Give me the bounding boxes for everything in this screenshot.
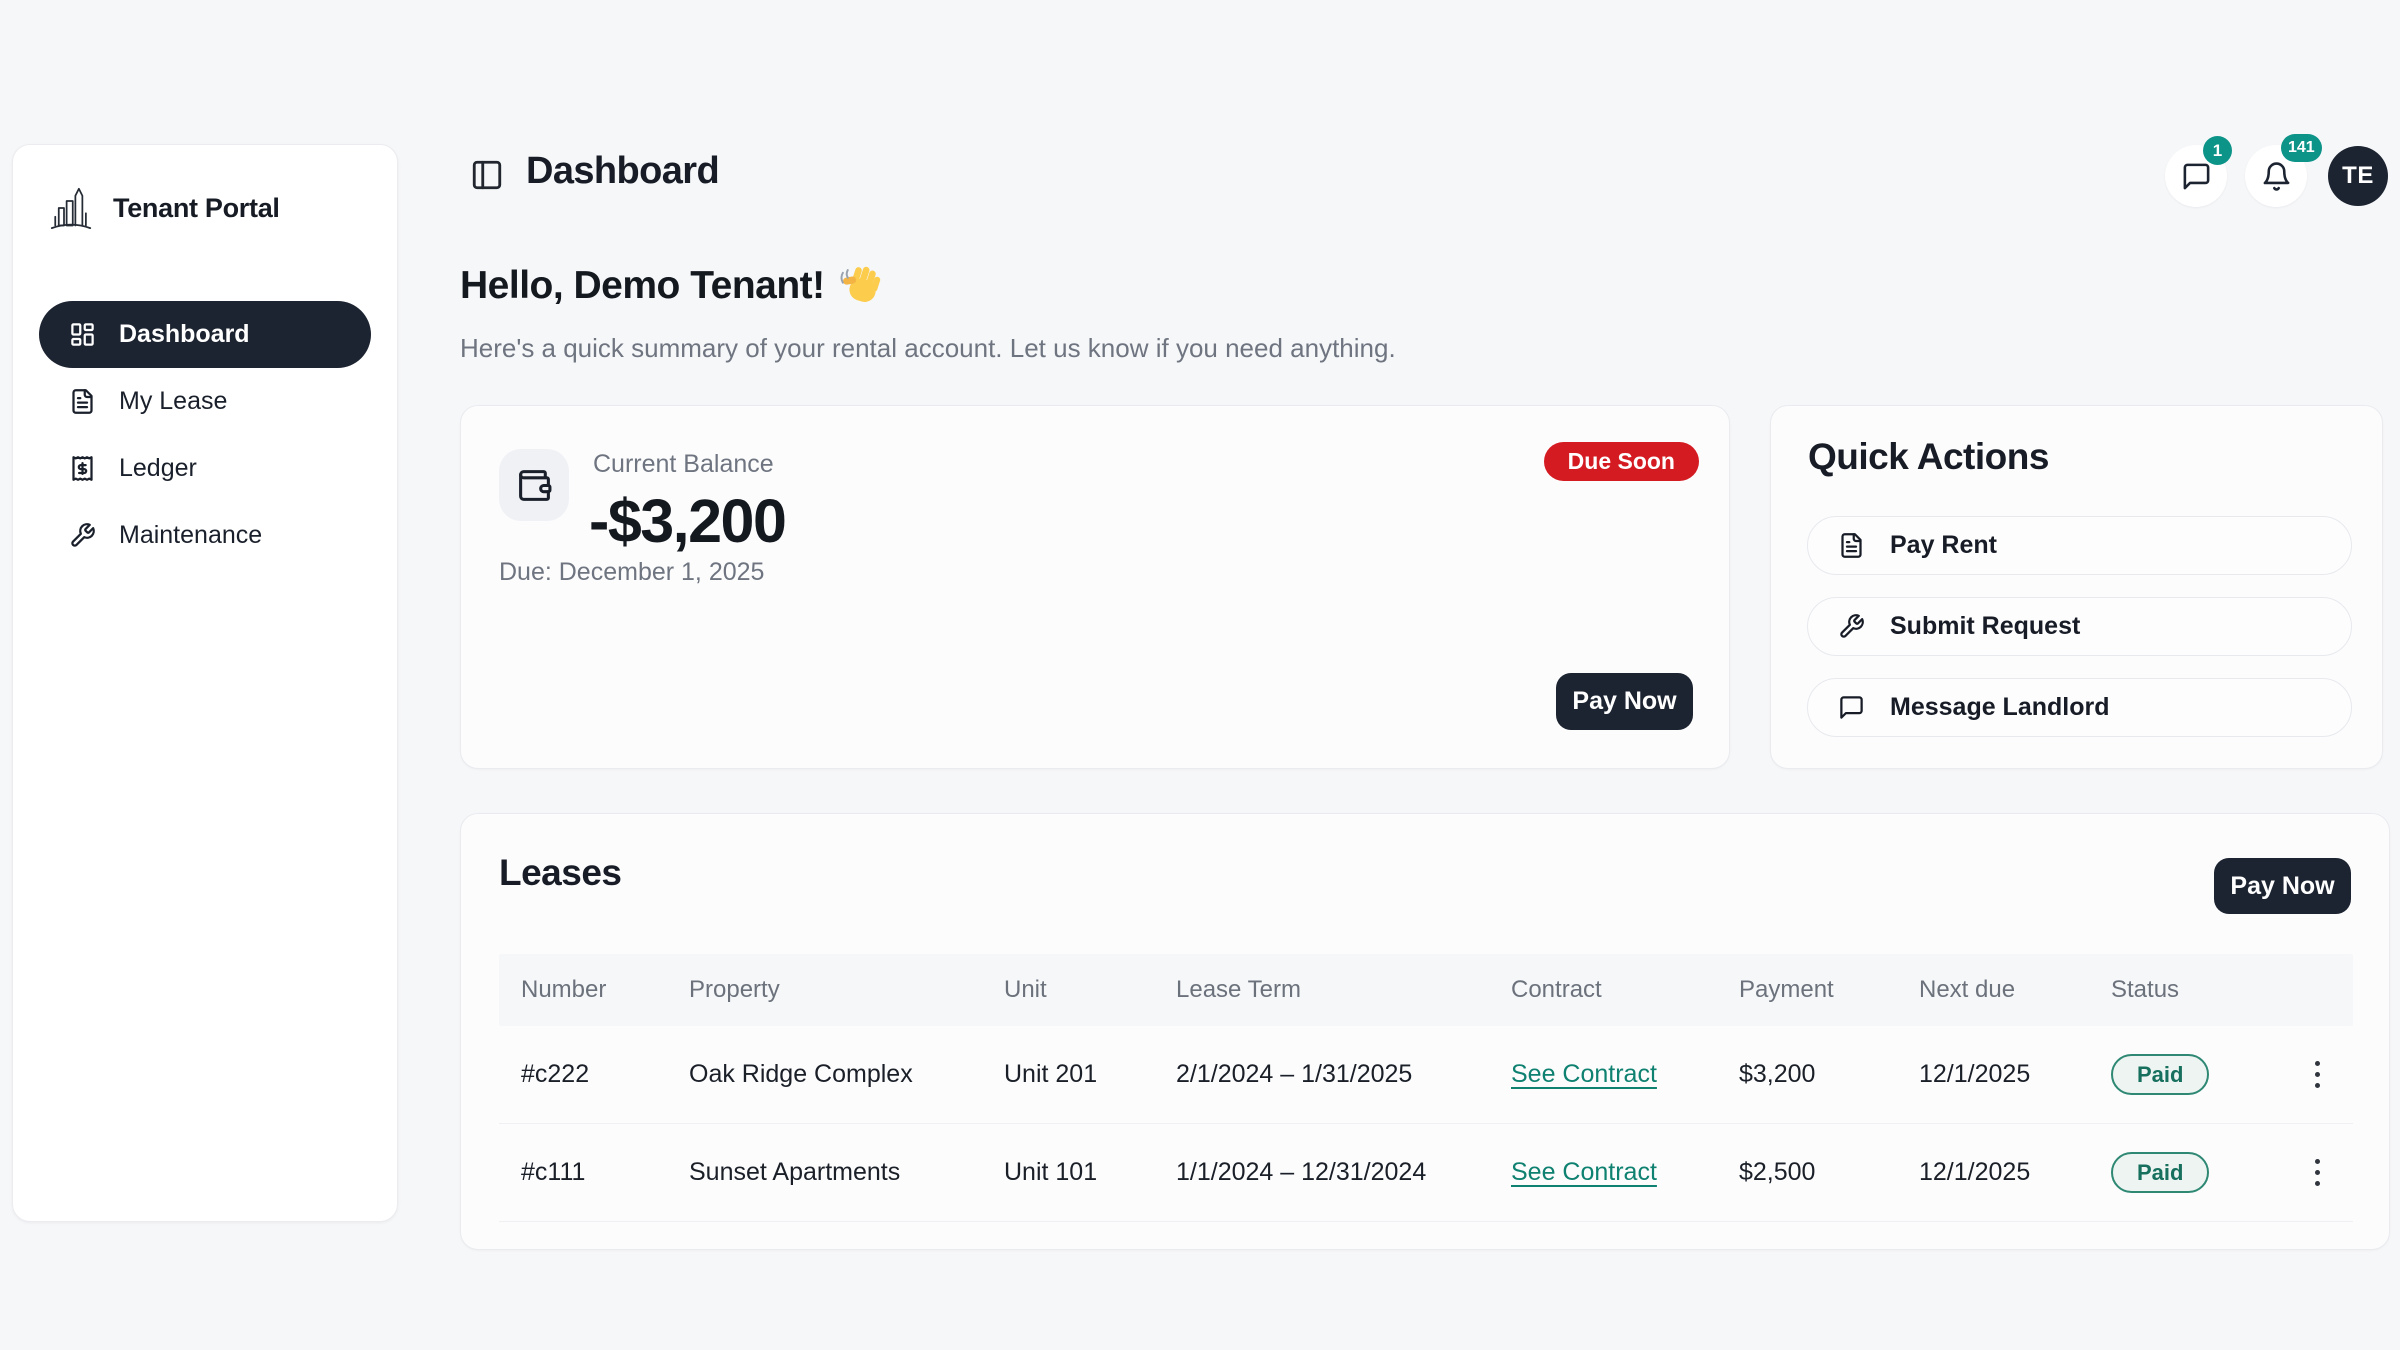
messages-count-badge: 1 bbox=[2203, 136, 2232, 165]
lease-payment: $3,200 bbox=[1739, 1060, 1919, 1089]
panel-left-icon bbox=[470, 158, 504, 192]
column-header-property: Property bbox=[689, 976, 1004, 1004]
user-avatar[interactable]: TE bbox=[2328, 146, 2388, 206]
column-header-unit: Unit bbox=[1004, 976, 1176, 1004]
lease-next-due: 12/1/2025 bbox=[1919, 1060, 2111, 1089]
sidebar-item-label: Ledger bbox=[119, 454, 197, 483]
see-contract-link[interactable]: See Contract bbox=[1511, 1158, 1657, 1187]
page-title: Dashboard bbox=[526, 150, 719, 193]
column-header-next-due: Next due bbox=[1919, 976, 2111, 1004]
quick-actions-card: Quick Actions Pay Rent Submit Request Me… bbox=[1770, 405, 2383, 769]
quick-action-label: Pay Rent bbox=[1890, 531, 1997, 560]
lease-unit: Unit 201 bbox=[1004, 1060, 1176, 1089]
pay-now-button[interactable]: Pay Now bbox=[1556, 673, 1693, 730]
column-header-status: Status bbox=[2111, 976, 2281, 1004]
lease-payment: $2,500 bbox=[1739, 1158, 1919, 1187]
notifications-count-badge: 141 bbox=[2281, 134, 2322, 162]
quick-actions-title: Quick Actions bbox=[1808, 436, 2049, 478]
row-actions-menu-button[interactable] bbox=[2305, 1149, 2330, 1196]
leases-card: Leases Pay Now Number Property Unit Leas… bbox=[460, 813, 2390, 1250]
sidebar-toggle-button[interactable] bbox=[470, 158, 504, 192]
file-text-icon bbox=[1838, 532, 1865, 559]
message-landlord-button[interactable]: Message Landlord bbox=[1807, 678, 2352, 737]
quick-action-label: Submit Request bbox=[1890, 612, 2080, 641]
see-contract-link[interactable]: See Contract bbox=[1511, 1060, 1657, 1089]
lease-property: Oak Ridge Complex bbox=[689, 1060, 1004, 1089]
submit-request-button[interactable]: Submit Request bbox=[1807, 597, 2352, 656]
wrench-icon bbox=[1838, 613, 1865, 640]
column-header-contract: Contract bbox=[1511, 976, 1739, 1004]
table-row: #c111 Sunset Apartments Unit 101 1/1/202… bbox=[499, 1124, 2353, 1222]
sidebar-item-label: Dashboard bbox=[119, 320, 250, 349]
pay-rent-button[interactable]: Pay Rent bbox=[1807, 516, 2352, 575]
sidebar-nav: Dashboard My Lease Ledger Maintenance bbox=[39, 301, 371, 569]
city-buildings-logo-icon bbox=[50, 181, 92, 235]
balance-due-date: Due: December 1, 2025 bbox=[499, 558, 764, 587]
row-actions-menu-button[interactable] bbox=[2305, 1051, 2330, 1098]
layout-dashboard-icon bbox=[69, 321, 96, 348]
wrench-icon bbox=[69, 522, 96, 549]
message-square-icon bbox=[2181, 161, 2212, 192]
column-header-lease-term: Lease Term bbox=[1176, 976, 1511, 1004]
sidebar-item-my-lease[interactable]: My Lease bbox=[39, 368, 371, 435]
current-balance-card: Current Balance -$3,200 Due Soon Due: De… bbox=[460, 405, 1730, 769]
status-badge: Paid bbox=[2111, 1152, 2209, 1193]
sidebar: Tenant Portal Dashboard My Lease Ledger bbox=[12, 144, 398, 1222]
wallet-icon bbox=[516, 467, 553, 504]
greeting: Hello, Demo Tenant! 👋 bbox=[460, 264, 883, 308]
quick-action-label: Message Landlord bbox=[1890, 693, 2110, 722]
lease-number: #c111 bbox=[521, 1158, 689, 1187]
bell-icon bbox=[2261, 161, 2292, 192]
brand: Tenant Portal bbox=[39, 173, 371, 243]
sidebar-item-ledger[interactable]: Ledger bbox=[39, 435, 371, 502]
leases-table-header: Number Property Unit Lease Term Contract… bbox=[499, 954, 2353, 1026]
sidebar-item-maintenance[interactable]: Maintenance bbox=[39, 502, 371, 569]
lease-property: Sunset Apartments bbox=[689, 1158, 1004, 1187]
sidebar-item-label: Maintenance bbox=[119, 521, 262, 550]
leases-pay-now-button[interactable]: Pay Now bbox=[2214, 858, 2351, 914]
quick-actions-list: Pay Rent Submit Request Message Landlord bbox=[1807, 516, 2352, 737]
greeting-title: Hello, Demo Tenant! bbox=[460, 264, 825, 308]
file-text-icon bbox=[69, 388, 96, 415]
lease-next-due: 12/1/2025 bbox=[1919, 1158, 2111, 1187]
wallet-icon-tile bbox=[499, 449, 569, 521]
balance-label: Current Balance bbox=[593, 450, 774, 479]
balance-amount: -$3,200 bbox=[589, 486, 785, 556]
brand-name: Tenant Portal bbox=[113, 193, 280, 224]
sidebar-item-label: My Lease bbox=[119, 387, 227, 416]
receipt-dollar-icon bbox=[69, 455, 96, 482]
table-row: #c222 Oak Ridge Complex Unit 201 2/1/202… bbox=[499, 1026, 2353, 1124]
column-header-number: Number bbox=[521, 976, 689, 1004]
due-soon-badge: Due Soon bbox=[1544, 442, 1699, 481]
lease-term: 2/1/2024 – 1/31/2025 bbox=[1176, 1060, 1511, 1089]
lease-number: #c222 bbox=[521, 1060, 689, 1089]
lease-unit: Unit 101 bbox=[1004, 1158, 1176, 1187]
lease-term: 1/1/2024 – 12/31/2024 bbox=[1176, 1158, 1511, 1187]
sidebar-item-dashboard[interactable]: Dashboard bbox=[39, 301, 371, 368]
greeting-subtitle: Here's a quick summary of your rental ac… bbox=[460, 333, 1396, 364]
column-header-payment: Payment bbox=[1739, 976, 1919, 1004]
leases-title: Leases bbox=[499, 852, 622, 894]
status-badge: Paid bbox=[2111, 1054, 2209, 1095]
message-square-icon bbox=[1838, 694, 1865, 721]
waving-hand-emoji bbox=[839, 264, 883, 308]
leases-table: Number Property Unit Lease Term Contract… bbox=[499, 954, 2353, 1222]
